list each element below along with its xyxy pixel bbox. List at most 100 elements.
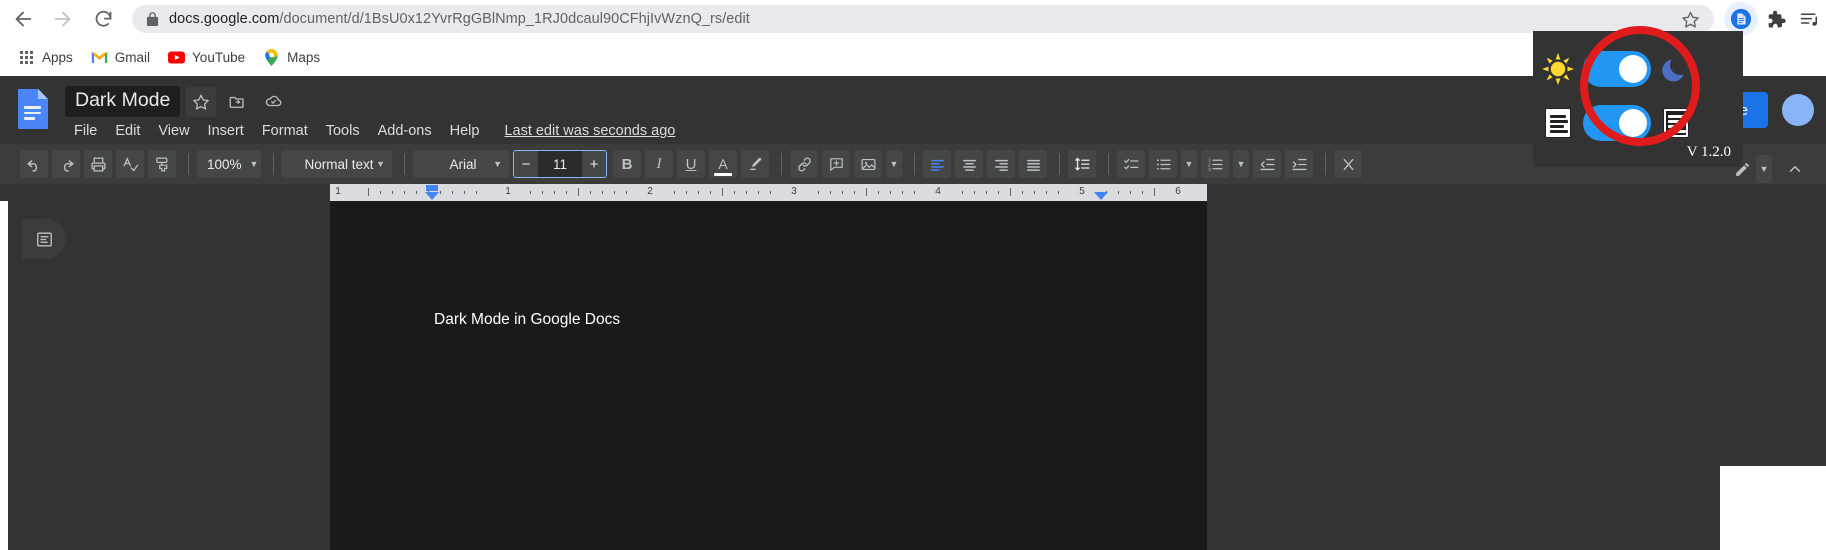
toolbar-divider bbox=[188, 153, 189, 175]
clear-formatting-icon[interactable] bbox=[1334, 150, 1362, 178]
zoom-level-value: 100% bbox=[207, 156, 242, 172]
document-dark-toggle[interactable] bbox=[1583, 105, 1651, 141]
spellcheck-icon[interactable] bbox=[116, 150, 144, 178]
last-edit-status[interactable]: Last edit was seconds ago bbox=[504, 123, 675, 139]
menu-item-add-ons[interactable]: Add-ons bbox=[369, 121, 441, 141]
forward-button[interactable] bbox=[46, 2, 80, 36]
address-bar[interactable]: docs.google.com/document/d/1BsU0x12YvrRg… bbox=[132, 5, 1714, 33]
toggle-knob bbox=[1619, 109, 1647, 137]
undo-icon[interactable] bbox=[20, 150, 48, 178]
paint-format-icon[interactable] bbox=[148, 150, 176, 178]
underline-button[interactable]: U bbox=[677, 150, 705, 178]
bookmark-label: Maps bbox=[287, 49, 321, 65]
menu-item-insert[interactable]: Insert bbox=[199, 121, 253, 141]
google-docs-icon[interactable] bbox=[18, 89, 48, 129]
chevron-down-icon: ▼ bbox=[249, 159, 259, 169]
align-center-icon[interactable] bbox=[955, 150, 983, 178]
bookmark-label: Apps bbox=[42, 49, 73, 65]
indent-marker-icon[interactable] bbox=[1094, 192, 1108, 200]
url-path: /document/d/1BsU0x12YvrRgGBlNmp_1RJ0dcau… bbox=[279, 11, 750, 27]
text-color-label: A bbox=[718, 156, 728, 172]
apps-grid-icon bbox=[18, 49, 35, 66]
print-icon[interactable] bbox=[84, 150, 112, 178]
popup-theme-toggle-row bbox=[1533, 43, 1743, 95]
bookmark-apps[interactable]: Apps bbox=[10, 44, 81, 70]
ruler-number: 3 bbox=[791, 186, 797, 197]
insert-image-icon[interactable] bbox=[854, 150, 882, 178]
toolbar-divider bbox=[1325, 153, 1326, 175]
italic-button[interactable]: I bbox=[645, 150, 673, 178]
reload-button[interactable] bbox=[86, 2, 120, 36]
font-size-increase-button[interactable]: + bbox=[582, 151, 606, 177]
document-body-text[interactable]: Dark Mode in Google Docs bbox=[434, 311, 620, 329]
back-button[interactable] bbox=[6, 2, 40, 36]
menu-item-tools[interactable]: Tools bbox=[317, 121, 369, 141]
puzzle-extensions-icon[interactable] bbox=[1758, 2, 1792, 36]
insert-link-icon[interactable] bbox=[790, 150, 818, 178]
dark-document-icon bbox=[1651, 108, 1701, 138]
star-icon[interactable] bbox=[186, 86, 217, 117]
bookmark-youtube[interactable]: YouTube bbox=[160, 44, 253, 70]
sun-icon bbox=[1533, 52, 1583, 86]
text-color-button[interactable]: A bbox=[709, 150, 737, 178]
indent-marker-icon[interactable] bbox=[426, 185, 438, 191]
move-to-folder-icon[interactable] bbox=[222, 87, 252, 117]
document-page[interactable]: Dark Mode in Google Docs bbox=[330, 201, 1207, 550]
right-white-panel bbox=[1720, 466, 1826, 550]
editing-mode-chevron-down-icon[interactable]: ▼ bbox=[1756, 155, 1772, 183]
font-size-stepper[interactable]: − 11 + bbox=[513, 150, 607, 178]
menu-item-help[interactable]: Help bbox=[441, 121, 489, 141]
saved-to-drive-cloud-icon[interactable] bbox=[258, 87, 288, 117]
bookmark-gmail[interactable]: Gmail bbox=[83, 44, 158, 70]
toggle-knob bbox=[1619, 55, 1647, 83]
bookmark-star-icon[interactable] bbox=[1681, 10, 1700, 29]
youtube-icon bbox=[168, 49, 186, 66]
docs-menu-bar: File Edit View Insert Format Tools Add-o… bbox=[65, 121, 675, 141]
ruler-number: 1 bbox=[335, 186, 341, 197]
font-family-select[interactable]: Arial ▼ bbox=[413, 150, 509, 178]
font-size-decrease-button[interactable]: − bbox=[514, 151, 538, 177]
numbered-list-chevron-down-icon[interactable]: ▼ bbox=[1233, 150, 1249, 178]
avatar[interactable] bbox=[1782, 94, 1814, 126]
indent-marker-icon[interactable] bbox=[425, 192, 439, 200]
checklist-icon[interactable] bbox=[1117, 150, 1145, 178]
decrease-indent-icon[interactable] bbox=[1253, 150, 1281, 178]
menu-item-file[interactable]: File bbox=[65, 121, 106, 141]
toolbar-divider bbox=[914, 153, 915, 175]
menu-item-format[interactable]: Format bbox=[253, 121, 317, 141]
line-spacing-icon[interactable] bbox=[1068, 150, 1096, 178]
increase-indent-icon[interactable] bbox=[1285, 150, 1313, 178]
chevron-down-icon: ▼ bbox=[376, 159, 385, 169]
zoom-level-select[interactable]: 100% ▼ bbox=[197, 150, 261, 178]
popup-document-toggle-row bbox=[1533, 97, 1743, 149]
redo-icon[interactable] bbox=[52, 150, 80, 178]
align-justify-icon[interactable] bbox=[1019, 150, 1047, 178]
reading-list-icon[interactable] bbox=[1792, 2, 1826, 36]
bookmark-maps[interactable]: Maps bbox=[255, 44, 328, 70]
add-comment-icon[interactable] bbox=[822, 150, 850, 178]
align-left-icon[interactable] bbox=[923, 150, 951, 178]
document-title-row: Dark Mode bbox=[65, 86, 288, 117]
document-outline-icon[interactable] bbox=[22, 219, 66, 259]
insert-image-chevron-down-icon[interactable]: ▼ bbox=[886, 150, 902, 178]
chevron-down-icon: ▼ bbox=[493, 159, 502, 169]
menu-item-view[interactable]: View bbox=[149, 121, 198, 141]
ruler[interactable]: 1 1 2 3 4 5 6 bbox=[330, 184, 1207, 201]
font-size-input[interactable]: 11 bbox=[538, 151, 582, 177]
ruler-number: 6 bbox=[1175, 186, 1181, 197]
bulleted-list-icon[interactable] bbox=[1149, 150, 1177, 178]
maps-pin-icon bbox=[263, 48, 280, 66]
bulleted-list-chevron-down-icon[interactable]: ▼ bbox=[1181, 150, 1197, 178]
url-host: docs.google.com bbox=[169, 11, 280, 27]
document-title[interactable]: Dark Mode bbox=[65, 86, 181, 117]
dark-mode-toggle[interactable] bbox=[1583, 51, 1651, 87]
menu-item-edit[interactable]: Edit bbox=[106, 121, 149, 141]
collapse-toolbar-icon[interactable] bbox=[1776, 150, 1814, 188]
bookmark-label: Gmail bbox=[114, 49, 151, 65]
highlight-pen-icon[interactable] bbox=[741, 150, 769, 178]
numbered-list-icon[interactable]: 123 bbox=[1201, 150, 1229, 178]
bold-button[interactable]: B bbox=[613, 150, 641, 178]
align-right-icon[interactable] bbox=[987, 150, 1015, 178]
gmail-icon bbox=[91, 49, 108, 66]
paragraph-style-select[interactable]: Normal text ▼ bbox=[282, 150, 392, 178]
